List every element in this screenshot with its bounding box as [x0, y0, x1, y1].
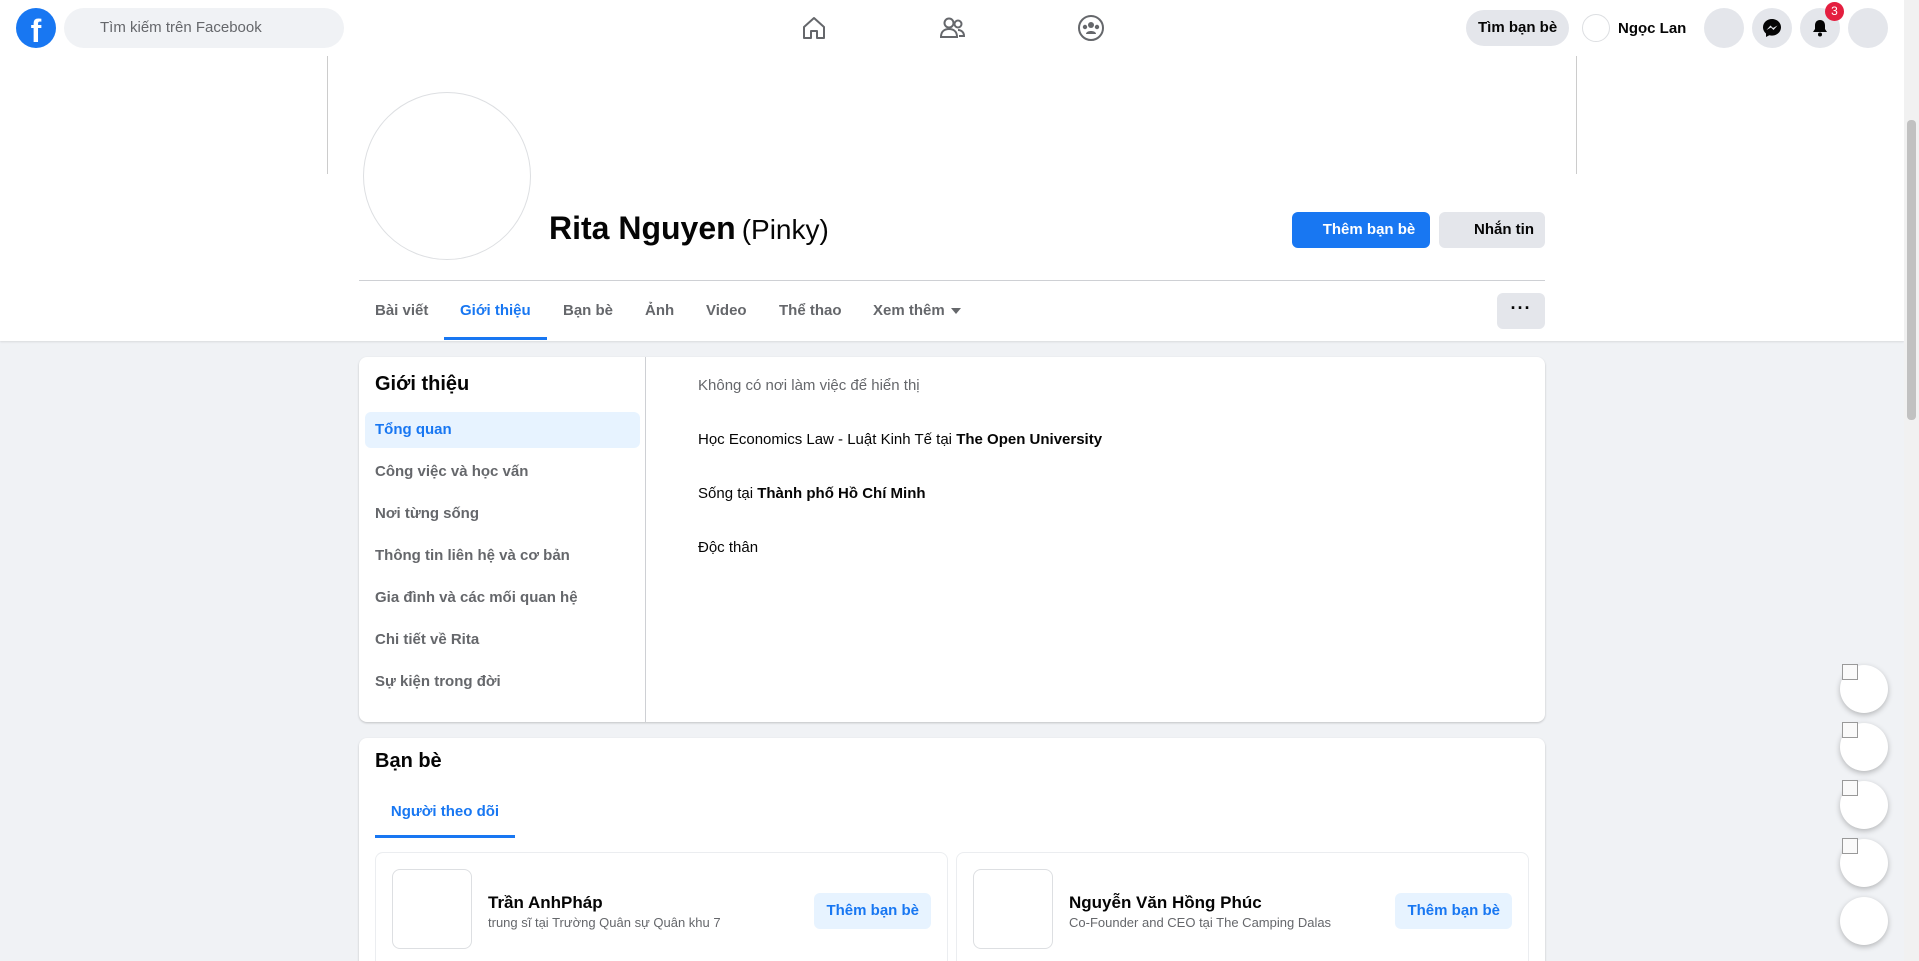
friend-name[interactable]: Trần AnhPháp: [488, 893, 603, 913]
education-info: Học Economics Law - Luật Kinh Tế tại The…: [698, 431, 1102, 448]
cover-border-right: [1576, 56, 1577, 174]
cover-border-left: [327, 56, 328, 174]
broken-image-icon: [1842, 722, 1858, 738]
avatar: [1582, 14, 1610, 42]
broken-image-icon: [1842, 838, 1858, 854]
current-user-name: Ngọc Lan: [1618, 19, 1687, 37]
about-sidebar: Giới thiệu Tổng quan Công việc và học vấ…: [359, 357, 646, 722]
lives-in-city-link[interactable]: Thành phố Hồ Chí Minh: [757, 485, 925, 502]
friend-subtitle: Co-Founder and CEO tại The Camping Dalas: [1069, 915, 1332, 930]
see-more-label: Xem thêm: [873, 302, 945, 319]
list-item: Nguyễn Văn Hồng Phúc Co-Founder and CEO …: [956, 852, 1529, 961]
tab-about[interactable]: Giới thiệu: [444, 282, 547, 340]
about-card: Giới thiệu Tổng quan Công việc và học vấ…: [359, 357, 1545, 722]
home-icon[interactable]: [800, 14, 828, 42]
about-title: Giới thiệu: [375, 373, 470, 395]
friend-subtitle: trung sĩ tại Trường Quân sự Quân khu 7: [488, 915, 721, 930]
relationship-info: Độc thân: [698, 539, 759, 556]
message-button[interactable]: Nhắn tin: [1439, 212, 1545, 248]
current-user-chip[interactable]: Ngọc Lan: [1582, 12, 1686, 44]
page-scrollbar[interactable]: [1904, 0, 1919, 961]
notification-badge: 3: [1825, 2, 1844, 21]
chat-head[interactable]: [1840, 664, 1888, 713]
tab-followers[interactable]: Người theo dõi: [375, 786, 515, 838]
education-prefix: Học Economics Law - Luật Kinh Tế tại: [698, 431, 957, 448]
menu-button[interactable]: [1704, 8, 1744, 48]
about-menu-overview[interactable]: Tổng quan: [365, 412, 640, 448]
chat-head[interactable]: [1840, 780, 1888, 829]
more-options-button[interactable]: ···: [1497, 293, 1545, 329]
notifications-button[interactable]: 3: [1800, 2, 1844, 48]
tab-video[interactable]: Video: [690, 282, 763, 340]
tab-photos[interactable]: Ảnh: [629, 282, 690, 340]
about-menu-family[interactable]: Gia đình và các mối quan hệ: [365, 580, 640, 616]
caret-down-icon: [950, 308, 961, 315]
avatar[interactable]: [392, 869, 472, 949]
groups-icon[interactable]: [1077, 14, 1105, 42]
profile-name: Rita Nguyen (Pinky): [549, 210, 829, 247]
broken-image-icon: [1842, 664, 1858, 680]
new-message-button[interactable]: [1840, 897, 1888, 945]
friend-name[interactable]: Nguyễn Văn Hồng Phúc: [1069, 893, 1262, 913]
lives-in-prefix: Sống tại: [698, 485, 758, 502]
profile-full-name: Rita Nguyen: [549, 210, 736, 246]
friends-icon[interactable]: [938, 14, 966, 42]
work-info: Không có nơi làm việc để hiển thị: [698, 377, 920, 394]
tab-friends[interactable]: Bạn bè: [547, 282, 629, 340]
bell-icon: [1813, 20, 1827, 37]
scrollbar-thumb[interactable]: [1907, 120, 1916, 420]
search-input[interactable]: Tìm kiếm trên Facebook: [64, 8, 344, 48]
messenger-icon: [1763, 19, 1781, 37]
chat-head[interactable]: [1840, 722, 1888, 771]
friends-title: Bạn bè: [375, 750, 442, 772]
lives-in-info: Sống tại Thành phố Hồ Chí Minh: [698, 485, 926, 502]
about-menu-work-education[interactable]: Công việc và học vấn: [365, 454, 640, 490]
tab-see-more[interactable]: Xem thêm: [857, 282, 977, 340]
add-friend-button[interactable]: Thêm bạn bè: [1395, 893, 1512, 929]
divider: [359, 280, 1545, 281]
avatar[interactable]: [973, 869, 1053, 949]
list-item: Trần AnhPháp trung sĩ tại Trường Quân sự…: [375, 852, 948, 961]
tab-sports[interactable]: Thể thao: [763, 282, 858, 340]
friends-card: Bạn bè Người theo dõi Trần AnhPháp trung…: [359, 738, 1545, 961]
chat-head[interactable]: [1840, 838, 1888, 887]
top-navigation-bar: f Tìm kiếm trên Facebook Tìm bạn bè Ngọc…: [0, 0, 1904, 56]
add-friend-button[interactable]: Thêm bạn bè: [814, 893, 931, 929]
profile-nickname: (Pinky): [741, 214, 829, 245]
about-menu-contact-basic[interactable]: Thông tin liên hệ và cơ bản: [365, 538, 640, 574]
find-friends-button[interactable]: Tìm bạn bè: [1466, 10, 1570, 46]
education-school-link[interactable]: The Open University: [956, 431, 1102, 448]
account-button[interactable]: [1848, 8, 1888, 48]
about-menu-details[interactable]: Chi tiết về Rita: [365, 622, 640, 658]
broken-image-icon: [1842, 780, 1858, 796]
add-friend-button[interactable]: Thêm bạn bè: [1292, 212, 1430, 248]
about-menu-life-events[interactable]: Sự kiện trong đời: [365, 664, 640, 700]
profile-header: Rita Nguyen (Pinky) Thêm bạn bè Nhắn tin …: [0, 56, 1904, 341]
messenger-button[interactable]: [1752, 8, 1792, 48]
tab-posts[interactable]: Bài viết: [359, 282, 444, 340]
facebook-logo[interactable]: f: [16, 8, 56, 48]
profile-picture[interactable]: [363, 92, 531, 260]
about-menu-places-lived[interactable]: Nơi từng sống: [365, 496, 640, 532]
